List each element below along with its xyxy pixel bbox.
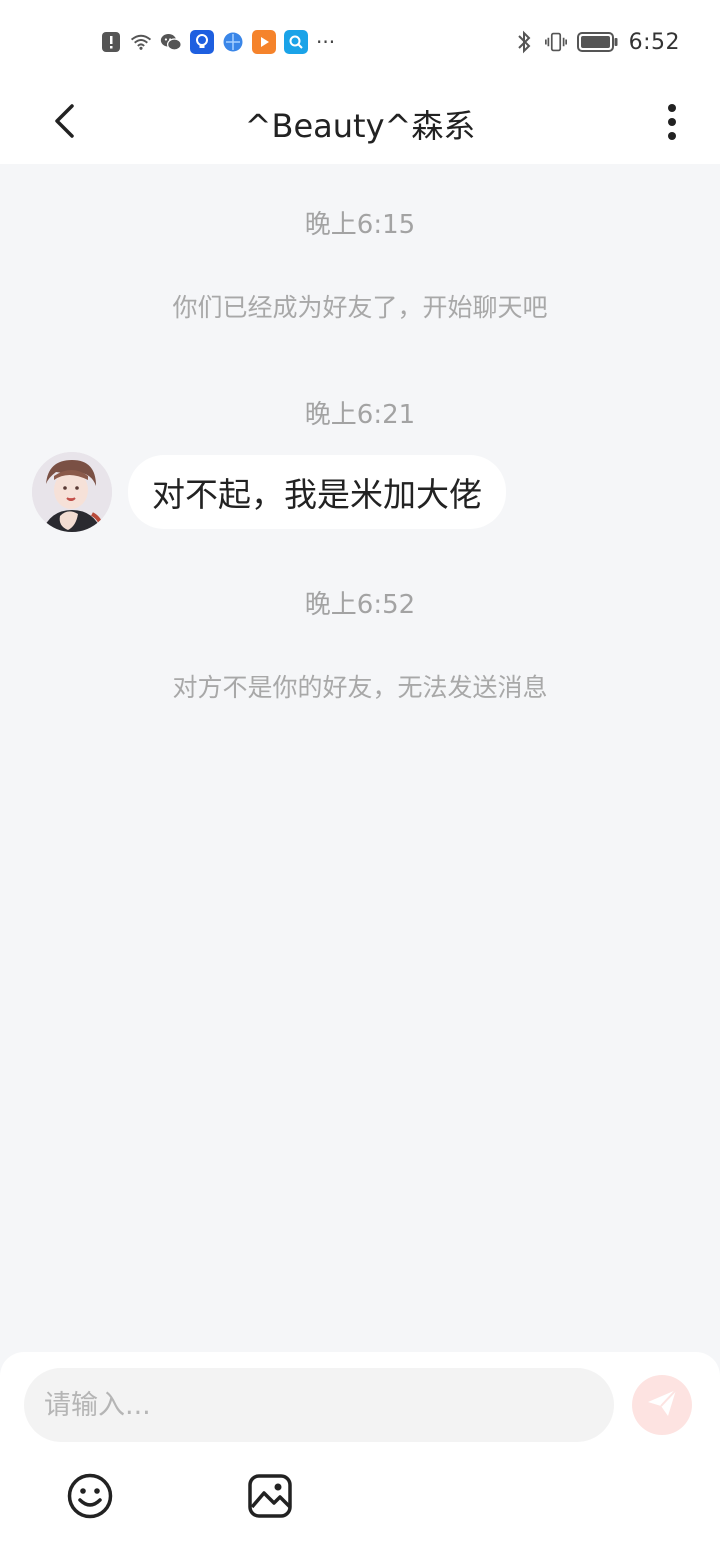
battery-icon [576, 31, 619, 53]
timestamp: 晚上6:21 [304, 400, 416, 430]
chat-area[interactable]: 晚上6:15 你们已经成为好友了，开始聊天吧 晚上6:21 对不起，我是米加大佬… [0, 164, 720, 1354]
system-message: 你们已经成为好友了，开始聊天吧 [172, 293, 548, 322]
wechat-icon [160, 31, 182, 53]
play-app-icon [252, 30, 276, 54]
browser-app-icon [222, 31, 244, 53]
timestamp: 晚上6:52 [304, 590, 416, 620]
send-icon [646, 1388, 678, 1422]
status-right-icons: 6:52 [513, 28, 680, 56]
overflow-dots: ··· [316, 30, 336, 54]
message-input[interactable] [24, 1368, 614, 1442]
back-button[interactable] [40, 98, 90, 148]
message-bubble[interactable]: 对不起，我是米加大佬 [128, 455, 506, 529]
wifi-icon [130, 31, 152, 53]
alert-icon [100, 31, 122, 53]
status-bar: ··· 6:52 [0, 0, 720, 84]
chevron-left-icon [52, 103, 78, 143]
system-message: 对方不是你的好友，无法发送消息 [172, 673, 548, 702]
send-button[interactable] [632, 1375, 692, 1435]
avatar[interactable] [32, 452, 112, 532]
vibrate-icon [544, 31, 567, 53]
bluetooth-icon [513, 30, 535, 54]
message-row: 对不起，我是米加大佬 [32, 452, 506, 532]
emoji-icon [66, 1472, 114, 1524]
more-vertical-icon [667, 104, 677, 144]
status-left-icons: ··· [100, 28, 335, 56]
search-app-icon [284, 30, 308, 54]
clock: 6:52 [628, 29, 680, 55]
message-composer [0, 1352, 720, 1560]
image-button[interactable] [242, 1470, 298, 1526]
chat-header: ^Beauty^森系 [0, 84, 720, 164]
emoji-button[interactable] [62, 1470, 118, 1526]
page-title: ^Beauty^森系 [244, 107, 476, 145]
more-options-button[interactable] [652, 98, 692, 150]
bulb-app-icon [190, 30, 214, 54]
timestamp: 晚上6:15 [304, 210, 416, 240]
image-icon [247, 1473, 293, 1523]
